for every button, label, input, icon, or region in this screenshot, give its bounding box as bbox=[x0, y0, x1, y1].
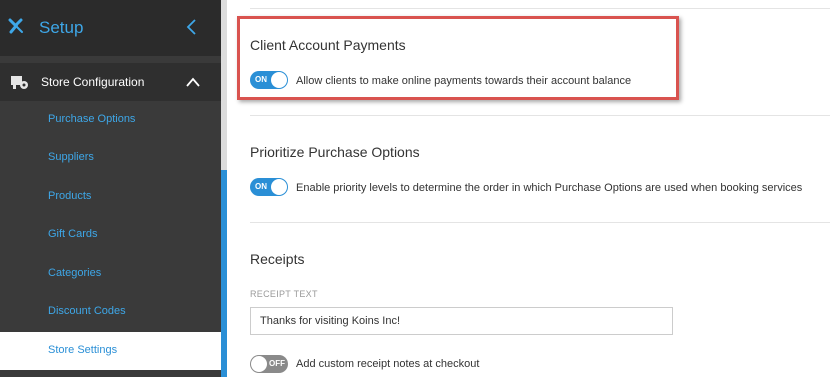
divider bbox=[250, 8, 830, 9]
sidebar-item-products[interactable]: Products bbox=[0, 178, 221, 216]
sidebar-item-label: Gift Cards bbox=[48, 228, 98, 240]
sidebar-title: Setup bbox=[39, 18, 84, 37]
client-payments-description: Allow clients to make online payments to… bbox=[296, 75, 632, 87]
sidebar-item-label: Categories bbox=[48, 267, 102, 279]
sidebar-item-gift-cards[interactable]: Gift Cards bbox=[0, 216, 221, 254]
receipt-text-input[interactable] bbox=[250, 307, 673, 335]
toggle-state-label: ON bbox=[255, 75, 267, 84]
chevron-up-icon[interactable] bbox=[185, 75, 201, 89]
store-configuration-section[interactable]: Store Configuration bbox=[0, 63, 221, 101]
store-config-icon bbox=[11, 76, 28, 89]
divider bbox=[250, 115, 830, 116]
highlight-annotation bbox=[237, 16, 679, 100]
sidebar-header: Setup bbox=[0, 0, 221, 56]
divider bbox=[250, 222, 830, 223]
sidebar-item-label: Store Settings bbox=[48, 344, 118, 356]
receipt-text-label: RECEIPT TEXT bbox=[250, 289, 318, 299]
section-label: Store Configuration bbox=[41, 75, 145, 89]
sidebar-scrollbar-thumb[interactable] bbox=[221, 170, 227, 377]
toggle-knob bbox=[271, 72, 287, 88]
receipt-notes-toggle[interactable]: OFF bbox=[250, 355, 288, 373]
priority-heading: Prioritize Purchase Options bbox=[250, 144, 420, 160]
priority-description: Enable priority levels to determine the … bbox=[296, 182, 803, 194]
sidebar-item-store-settings[interactable]: Store Settings bbox=[0, 332, 221, 370]
sidebar-item-suppliers[interactable]: Suppliers bbox=[0, 139, 221, 177]
sidebar-item-label: Products bbox=[48, 190, 92, 202]
sidebar-item-discount-codes[interactable]: Discount Codes bbox=[0, 293, 221, 331]
sidebar-item-label: Purchase Options bbox=[48, 113, 136, 125]
toggle-state-label: OFF bbox=[269, 359, 285, 368]
sidebar: Setup Store Configuration Purchase Optio… bbox=[0, 0, 227, 377]
sidebar-item-label: Discount Codes bbox=[48, 305, 126, 317]
sidebar-item-label: Suppliers bbox=[48, 151, 94, 163]
chevron-left-icon[interactable] bbox=[185, 18, 199, 36]
receipt-notes-description: Add custom receipt notes at checkout bbox=[296, 358, 480, 370]
receipts-heading: Receipts bbox=[250, 251, 305, 267]
sidebar-item-purchase-options[interactable]: Purchase Options bbox=[0, 101, 221, 139]
sidebar-item-categories[interactable]: Categories bbox=[0, 255, 221, 293]
client-payments-toggle[interactable]: ON bbox=[250, 71, 288, 89]
toggle-knob bbox=[251, 356, 267, 372]
toggle-knob bbox=[271, 179, 287, 195]
toggle-state-label: ON bbox=[255, 182, 267, 191]
client-payments-heading: Client Account Payments bbox=[250, 37, 406, 53]
priority-toggle[interactable]: ON bbox=[250, 178, 288, 196]
tools-icon bbox=[8, 18, 23, 34]
